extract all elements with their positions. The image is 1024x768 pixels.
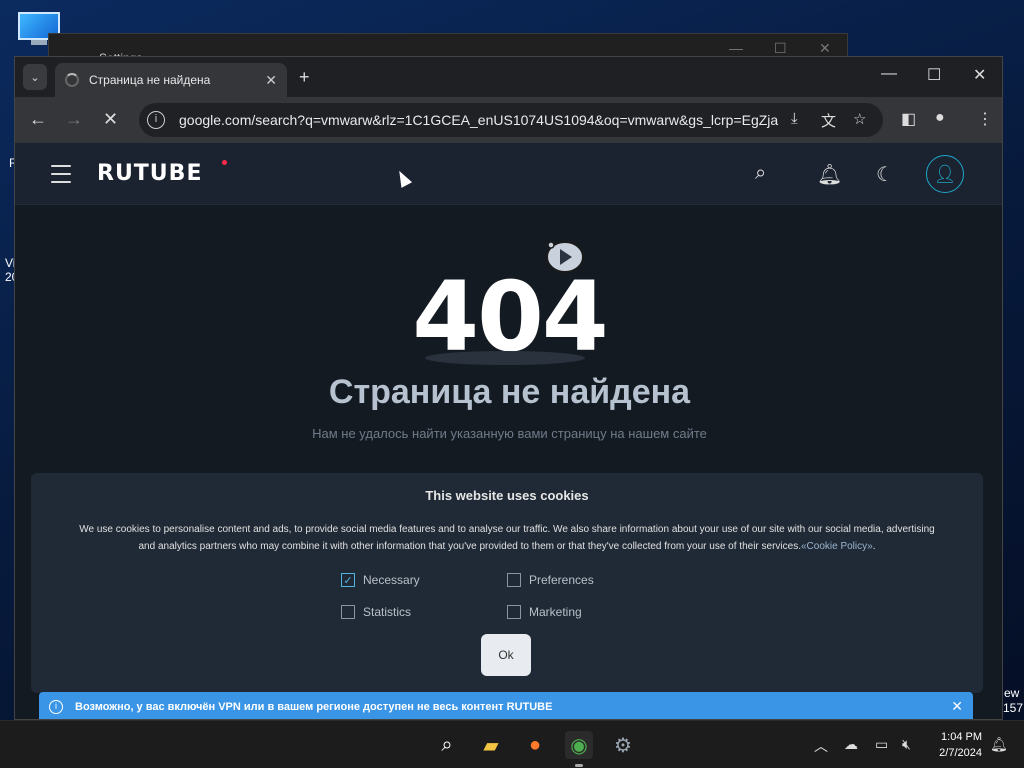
browser-window: ⌄ Страница не найдена ✕ + — ☐ ✕ ← → ✕ i … (14, 56, 1003, 720)
logo-dot (222, 160, 227, 165)
address-url[interactable]: google.com/search?q=vmwarw&rlz=1C1GCEA_e… (179, 112, 779, 128)
site-header: RUTUBE ⌕ 🔔︎ ☾ 👤︎ (15, 143, 1002, 205)
onedrive-cloud-icon[interactable]: ☁ (844, 736, 858, 753)
checkbox-box (507, 605, 521, 619)
checkbox-marketing[interactable]: Marketing (507, 605, 582, 619)
chrome-icon[interactable]: ◉ (565, 731, 593, 767)
network-icon[interactable]: ▭ (875, 736, 888, 753)
checkbox-label: Preferences (529, 573, 594, 587)
notifications-bell-icon[interactable]: 🔔︎ (817, 162, 842, 187)
volume-muted-icon[interactable]: 🔇︎ (902, 736, 911, 753)
cookie-consent-dialog: This website uses cookies We use cookies… (31, 473, 983, 693)
notification-bell-icon[interactable]: 🔔︎ (990, 736, 1008, 753)
new-tab-icon[interactable]: + (299, 67, 310, 88)
clock-date: 2/7/2024 (939, 747, 982, 759)
checkmark-icon: ✓ (341, 573, 355, 587)
site-info-icon[interactable]: i (147, 111, 165, 129)
search-icon[interactable]: ⌕ (433, 731, 461, 759)
tab-title: Страница не найдена (89, 73, 211, 87)
checkbox-label: Marketing (529, 605, 582, 619)
rutube-logo[interactable]: RUTUBE (97, 161, 202, 186)
vpn-notice-banner: i Возможно, у вас включён VPN или в ваше… (39, 692, 973, 719)
settings-gear-icon[interactable]: ⚙ (609, 731, 637, 759)
clock-time: 1:04 PM (941, 731, 982, 743)
file-explorer-icon[interactable]: ▰ (477, 731, 505, 759)
cookie-ok-button[interactable]: Ok (481, 634, 531, 676)
taskbar: ⌕ ▰ ● ◉ ⚙ ︿ ☁ ▭ 🔇︎ 1:04 PM 2/7/2024 🔔︎ (0, 720, 1024, 768)
tab-active[interactable]: Страница не найдена ✕ (55, 63, 287, 97)
menu-kebab-icon[interactable]: ⋮ (977, 109, 993, 129)
checkbox-label: Necessary (363, 573, 420, 587)
checkbox-label: Statistics (363, 605, 412, 619)
cookie-text: We use cookies to personalise content an… (79, 524, 935, 552)
loading-spinner-icon (65, 73, 79, 87)
close-icon[interactable]: ✕ (973, 65, 986, 85)
error-subtitle: Нам не удалось найти указанную вами стра… (312, 426, 707, 441)
error-title: Страница не найдена (328, 373, 691, 411)
cookie-title: This website uses cookies (425, 488, 589, 503)
user-account-button[interactable]: 👤︎ (926, 155, 964, 193)
cookie-policy-link[interactable]: «Cookie Policy» (801, 541, 873, 552)
maximize-icon[interactable]: ☐ (774, 40, 787, 57)
vpn-notice-text: Возможно, у вас включён VPN или в вашем … (75, 700, 553, 713)
tab-close-icon[interactable]: ✕ (265, 72, 277, 89)
system-clock[interactable]: 1:04 PM 2/7/2024 (928, 729, 982, 761)
side-panel-icon[interactable]: ◧ (901, 109, 916, 129)
checkbox-box (341, 605, 355, 619)
close-icon[interactable]: ✕ (951, 698, 963, 715)
checkbox-necessary[interactable]: ✓ Necessary (341, 573, 420, 587)
web-page: RUTUBE ⌕ 🔔︎ ☾ 👤︎ 404 Страница не найдена… (15, 143, 1002, 719)
install-app-icon[interactable]: ⤓ (791, 110, 798, 127)
minimize-icon[interactable]: — (881, 65, 897, 83)
bookmark-star-icon[interactable]: ☆ (853, 110, 866, 128)
firefox-icon[interactable]: ● (521, 731, 549, 759)
chevron-down-icon: ⌄ (30, 71, 40, 84)
user-icon: 👤︎ (933, 163, 957, 184)
error-shadow (425, 351, 585, 365)
show-hidden-icons-chevron-icon[interactable]: ︿ (814, 736, 828, 756)
profile-icon[interactable]: ● (935, 109, 945, 127)
maximize-icon[interactable]: ☐ (927, 65, 941, 85)
translate-icon[interactable]: 文 (821, 110, 836, 131)
tab-search-button[interactable]: ⌄ (23, 64, 47, 90)
dark-mode-moon-icon[interactable]: ☾ (876, 162, 894, 187)
close-icon[interactable]: ✕ (819, 40, 831, 57)
desktop-label-fragment: ew (1004, 686, 1020, 700)
checkbox-preferences[interactable]: Preferences (507, 573, 594, 587)
search-icon[interactable]: ⌕ (755, 162, 766, 185)
desktop-label-fragment: 157 (1003, 701, 1024, 715)
hamburger-menu-icon[interactable] (51, 165, 71, 189)
tab-strip: ⌄ Страница не найдена ✕ + — ☐ ✕ (15, 57, 1002, 97)
address-bar[interactable]: i google.com/search?q=vmwarw&rlz=1C1GCEA… (139, 103, 883, 137)
stop-loading-icon[interactable]: ✕ (103, 109, 118, 130)
back-icon[interactable]: ← (29, 109, 47, 130)
browser-toolbar: ← → ✕ i google.com/search?q=vmwarw&rlz=1… (15, 97, 1002, 143)
checkbox-box (507, 573, 521, 587)
minimize-icon[interactable]: — (729, 40, 743, 56)
forward-icon[interactable]: → (65, 109, 83, 130)
info-icon: i (49, 699, 63, 714)
checkbox-statistics[interactable]: Statistics (341, 605, 411, 619)
